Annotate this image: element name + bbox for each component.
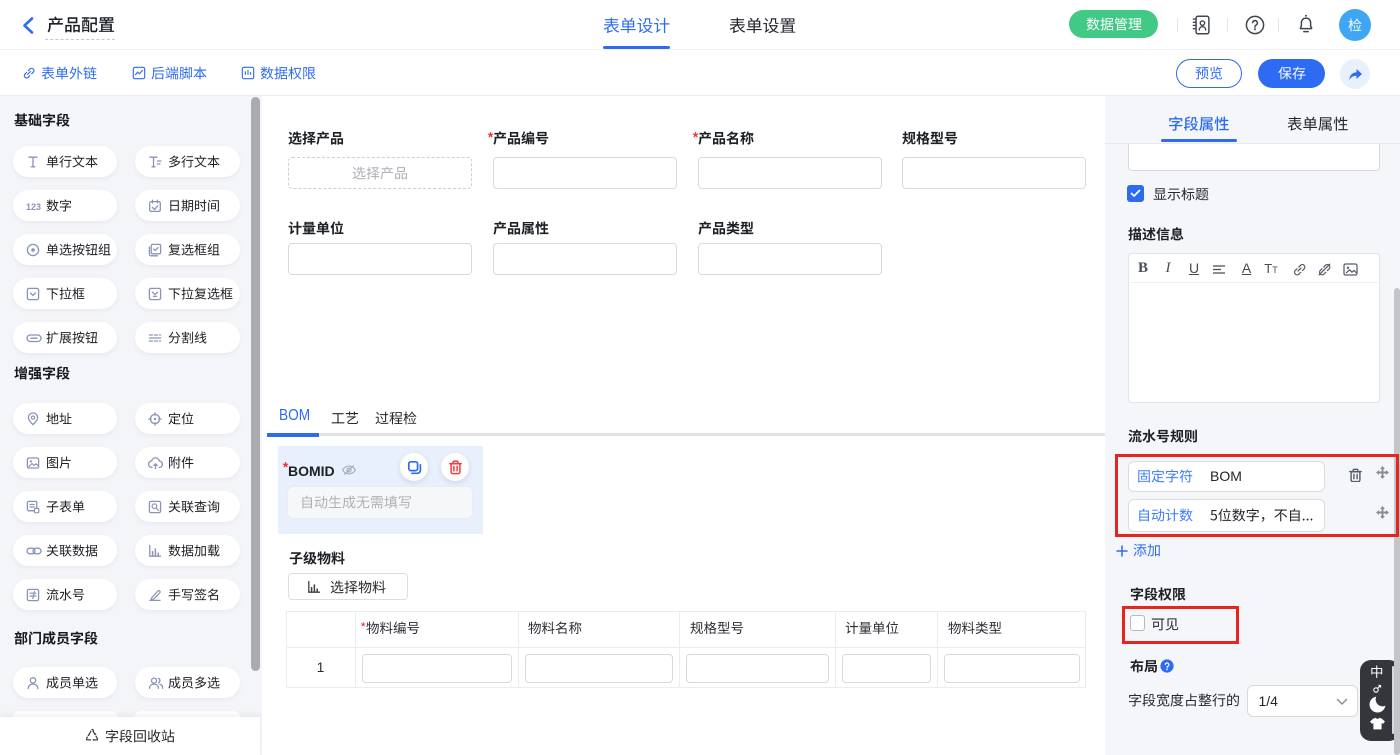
svg-text:123: 123: [26, 202, 41, 212]
